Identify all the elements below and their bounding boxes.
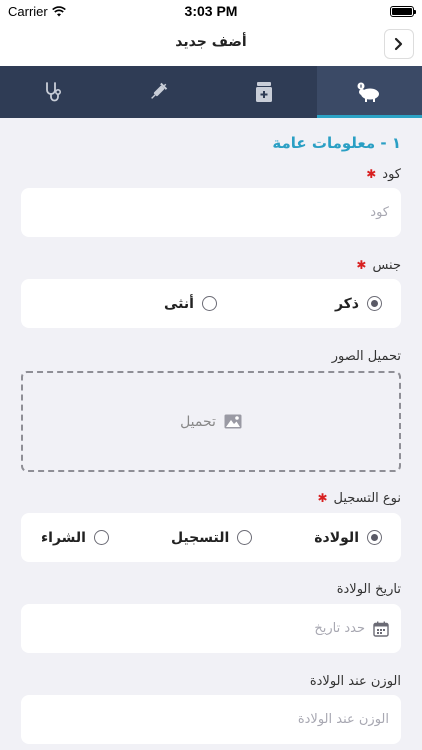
tab-medical[interactable] [0,66,106,118]
gender-option-label: ذكر [334,295,359,312]
section-tab-bar [0,66,422,118]
birth-weight-label: الوزن عند الولادة [309,674,401,689]
stethoscope-icon [45,82,61,102]
gender-label-row: جنس ✱ [356,258,401,273]
required-asterisk: ✱ [366,167,377,181]
birth-weight-placeholder: الوزن عند الولادة [297,712,389,727]
page-title: أضف جديد [175,34,247,50]
code-label-row: كود ✱ [366,167,401,182]
birth-date-picker[interactable]: حدد تاريخ [21,604,401,653]
gender-label: جنس [372,258,401,273]
registration-option-label: الولادة [314,529,359,546]
registration-option-purchase[interactable]: الشراء [41,530,109,546]
sheep-info-icon [357,82,380,102]
radio-unchecked-icon [237,530,253,545]
registration-option-label: الشراء [40,529,86,546]
registration-label-row: نوع التسجيل ✱ [317,491,401,506]
gender-option-male[interactable]: ذكر [335,296,382,312]
navigation-bar: أضف جديد [0,22,422,66]
status-time: 3:03 PM [184,3,238,19]
upload-label: تحميل الصور [331,349,401,364]
tab-medicine[interactable] [211,66,317,118]
chevron-right-icon [394,37,403,51]
syringe-icon [151,82,168,99]
code-input[interactable]: كود [21,188,401,237]
battery-icon [390,6,416,17]
birth-weight-input[interactable]: الوزن عند الولادة [21,695,401,744]
registration-option-registration[interactable]: التسجيل [170,529,253,546]
calendar-icon [373,621,389,637]
gender-option-female[interactable]: أنثى [164,296,217,312]
gender-radio-group: ذكر أنثى [21,279,401,328]
birth-date-label: تاريخ الولادة [336,582,401,597]
registration-option-birth[interactable]: الولادة [314,530,382,546]
image-upload-area[interactable]: تحميل [21,371,401,472]
required-asterisk: ✱ [356,258,367,272]
general-info-form: ١ - معلومات عامة كود✱ كود جنس✱ ذكر أنثى … [0,118,422,750]
status-bar: Carrier 3:03 PM [0,0,422,22]
registration-option-label: التسجيل [170,529,230,546]
section-title: ١ - معلومات عامة [272,134,401,152]
medicine-box-icon [255,82,272,102]
radio-unchecked-icon [201,296,217,311]
registration-label: نوع التسجيل [333,491,401,506]
code-label: كود [382,167,401,182]
radio-unchecked-icon [93,530,109,545]
upload-button-label: تحميل [180,413,216,430]
birth-date-placeholder: حدد تاريخ [314,621,365,636]
registration-radio-group: الولادة التسجيل الشراء [21,513,401,562]
tab-vaccination[interactable] [106,66,212,118]
radio-checked-icon [367,296,382,311]
code-placeholder: كود [370,205,389,220]
gender-option-label: أنثى [164,295,194,312]
image-icon [224,414,242,429]
radio-checked-icon [367,530,382,545]
back-button[interactable] [384,29,414,59]
tab-general-info[interactable] [316,66,422,118]
required-asterisk: ✱ [317,491,328,505]
